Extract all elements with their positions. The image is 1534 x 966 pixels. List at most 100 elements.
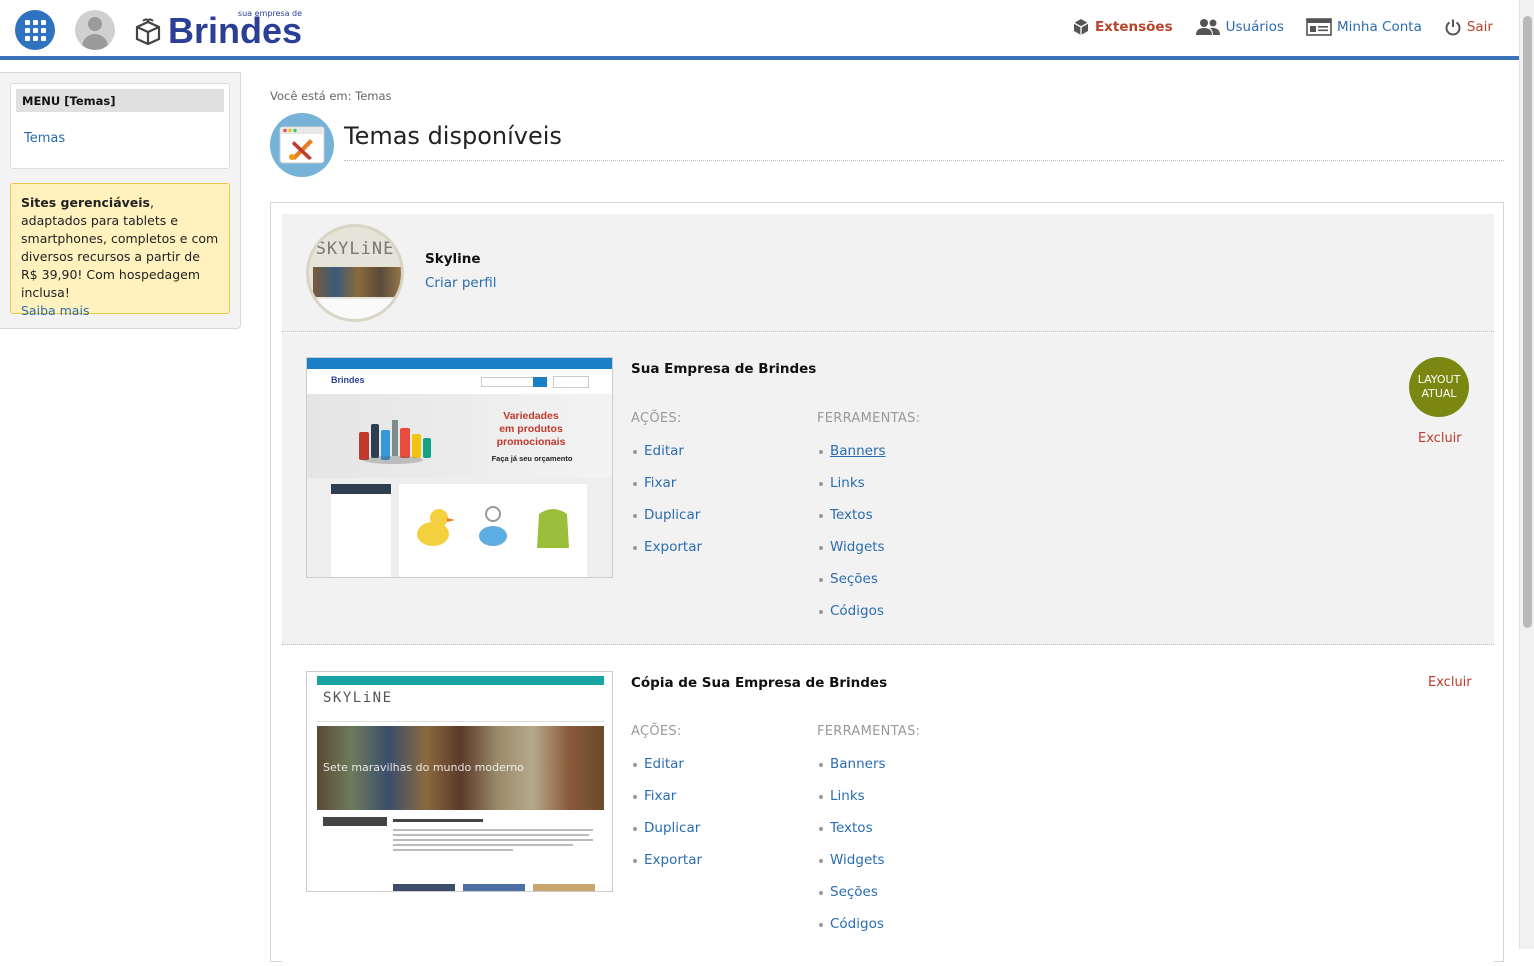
keychain-product-image bbox=[479, 506, 507, 546]
wonders-hero-image: Sete maravilhas do mundo moderno bbox=[317, 726, 604, 810]
action-export-link[interactable]: Exportar bbox=[644, 539, 702, 555]
banner-line-2: em produtos bbox=[499, 423, 563, 435]
banner-line-1: Variedades bbox=[503, 410, 559, 422]
tool-item: Textos bbox=[817, 507, 886, 539]
tool-banners-link[interactable]: Banners bbox=[830, 756, 886, 772]
tools-list: Banners Links Textos Widgets Seções Códi… bbox=[817, 756, 886, 948]
themes-page-icon bbox=[270, 113, 334, 177]
actions-heading: AÇÕES: bbox=[631, 411, 682, 426]
themes-panel: SKYLiNE Skyline Criar perfil Brindes Var… bbox=[270, 202, 1504, 966]
article-text-lines bbox=[393, 819, 593, 851]
actions-heading: AÇÕES: bbox=[631, 724, 682, 739]
tools-list: Banners Links Textos Widgets Seções Códi… bbox=[817, 443, 886, 635]
banner-subtitle: Faça já seu orçamento bbox=[491, 454, 573, 463]
top-bar: sua empresa de Brindes Extensões Usuário… bbox=[0, 0, 1519, 60]
account-card-icon bbox=[1306, 18, 1332, 36]
sidebar-item-temas[interactable]: Temas bbox=[24, 131, 65, 146]
nav-exit[interactable]: Sair bbox=[1444, 18, 1493, 36]
tool-item: Links bbox=[817, 475, 886, 507]
tools-heading: FERRAMENTAS: bbox=[817, 411, 921, 426]
action-item: Fixar bbox=[631, 475, 702, 507]
backpack-product-image bbox=[537, 509, 569, 548]
action-item: Exportar bbox=[631, 539, 702, 571]
tool-item: Widgets bbox=[817, 852, 886, 884]
theme-name: Cópia de Sua Empresa de Brindes bbox=[631, 675, 888, 691]
action-pin-link[interactable]: Fixar bbox=[644, 788, 676, 804]
actions-list: Editar Fixar Duplicar Exportar bbox=[631, 756, 702, 884]
action-duplicate-link[interactable]: Duplicar bbox=[644, 820, 700, 836]
tool-widgets-link[interactable]: Widgets bbox=[830, 852, 885, 868]
page-scrollbar[interactable] bbox=[1519, 0, 1534, 949]
nav-exit-label: Sair bbox=[1466, 19, 1493, 35]
action-edit-link[interactable]: Editar bbox=[644, 756, 684, 772]
tool-item: Códigos bbox=[817, 916, 886, 948]
tool-banners-link[interactable]: Banners bbox=[830, 443, 886, 459]
tool-item: Seções bbox=[817, 884, 886, 916]
breadcrumb: Você está em: Temas bbox=[270, 89, 392, 103]
thumbnail-logo: SKYLiNE bbox=[323, 690, 393, 706]
action-duplicate-link[interactable]: Duplicar bbox=[644, 507, 700, 523]
top-navigation: Extensões Usuários Minha Conta Sair bbox=[1072, 18, 1493, 36]
action-edit-link[interactable]: Editar bbox=[644, 443, 684, 459]
user-avatar[interactable] bbox=[75, 10, 115, 50]
delete-theme-link[interactable]: Excluir bbox=[1428, 675, 1472, 690]
action-pin-link[interactable]: Fixar bbox=[644, 475, 676, 491]
brand-logo[interactable]: sua empresa de Brindes bbox=[134, 9, 302, 51]
profile-row: SKYLiNE Skyline Criar perfil bbox=[282, 214, 1494, 332]
action-item: Fixar bbox=[631, 788, 702, 820]
theme-thumbnail[interactable]: SKYLiNE Sete maravilhas do mundo moderno bbox=[306, 671, 613, 892]
nav-users-label: Usuários bbox=[1225, 19, 1284, 35]
tools-heading: FERRAMENTAS: bbox=[817, 724, 921, 739]
tool-codes-link[interactable]: Códigos bbox=[830, 603, 884, 619]
tool-item: Widgets bbox=[817, 539, 886, 571]
action-item: Editar bbox=[631, 756, 702, 788]
promo-box: Sites gerenciáveis, adaptados para table… bbox=[10, 183, 230, 318]
wonder-thumbnails bbox=[393, 884, 595, 891]
theme-card-copy: SKYLiNE Sete maravilhas do mundo moderno… bbox=[282, 646, 1494, 966]
scrollbar-thumb[interactable] bbox=[1523, 16, 1532, 628]
sidebar-menu: MENU [Temas] Temas bbox=[10, 83, 230, 169]
tool-texts-link[interactable]: Textos bbox=[830, 507, 873, 523]
tool-item: Links bbox=[817, 788, 886, 820]
actions-list: Editar Fixar Duplicar Exportar bbox=[631, 443, 702, 571]
users-icon bbox=[1195, 19, 1220, 35]
tool-sections-link[interactable]: Seções bbox=[830, 571, 878, 587]
action-item: Exportar bbox=[631, 852, 702, 884]
nav-account-label: Minha Conta bbox=[1336, 19, 1422, 35]
tool-item: Códigos bbox=[817, 603, 886, 635]
action-export-link[interactable]: Exportar bbox=[644, 852, 702, 868]
sidebar-menu-title: MENU [Temas] bbox=[16, 89, 224, 112]
profile-name: Skyline bbox=[425, 251, 481, 267]
duck-product-image bbox=[417, 509, 455, 546]
nav-account[interactable]: Minha Conta bbox=[1306, 18, 1422, 36]
tool-widgets-link[interactable]: Widgets bbox=[830, 539, 885, 555]
current-layout-badge: LAYOUT ATUAL bbox=[1409, 357, 1469, 417]
power-icon bbox=[1445, 19, 1461, 36]
promo-text: , adaptados para tablets e smartphones, … bbox=[21, 195, 219, 300]
nav-extensions-label: Extensões bbox=[1094, 19, 1173, 35]
tool-texts-link[interactable]: Textos bbox=[830, 820, 873, 836]
apps-menu-button[interactable] bbox=[15, 10, 55, 50]
skyline-profile-thumbnail[interactable]: SKYLiNE bbox=[306, 224, 404, 322]
tool-links-link[interactable]: Links bbox=[830, 788, 865, 804]
tool-sections-link[interactable]: Seções bbox=[830, 884, 878, 900]
hero-caption: Sete maravilhas do mundo moderno bbox=[323, 761, 524, 774]
delete-theme-link[interactable]: Excluir bbox=[1418, 431, 1462, 446]
action-item: Editar bbox=[631, 443, 702, 475]
thumbnail-logo: Brindes bbox=[331, 375, 365, 385]
theme-name: Sua Empresa de Brindes bbox=[631, 361, 817, 377]
grid-icon bbox=[24, 19, 46, 41]
cube-icon bbox=[1073, 19, 1089, 35]
tool-codes-link[interactable]: Códigos bbox=[830, 916, 884, 932]
tool-links-link[interactable]: Links bbox=[830, 475, 865, 491]
tool-item: Seções bbox=[817, 571, 886, 603]
action-item: Duplicar bbox=[631, 507, 702, 539]
nav-users[interactable]: Usuários bbox=[1195, 18, 1284, 36]
nav-extensions[interactable]: Extensões bbox=[1072, 18, 1173, 36]
promo-learn-more-link[interactable]: Saiba mais bbox=[21, 303, 89, 318]
theme-thumbnail[interactable]: Brindes Variedades em produtos promocion… bbox=[306, 357, 613, 578]
tool-item: Banners bbox=[817, 443, 886, 475]
banner-line-3: promocionais bbox=[496, 436, 566, 448]
title-divider bbox=[344, 160, 1504, 161]
create-profile-link[interactable]: Criar perfil bbox=[425, 275, 497, 291]
